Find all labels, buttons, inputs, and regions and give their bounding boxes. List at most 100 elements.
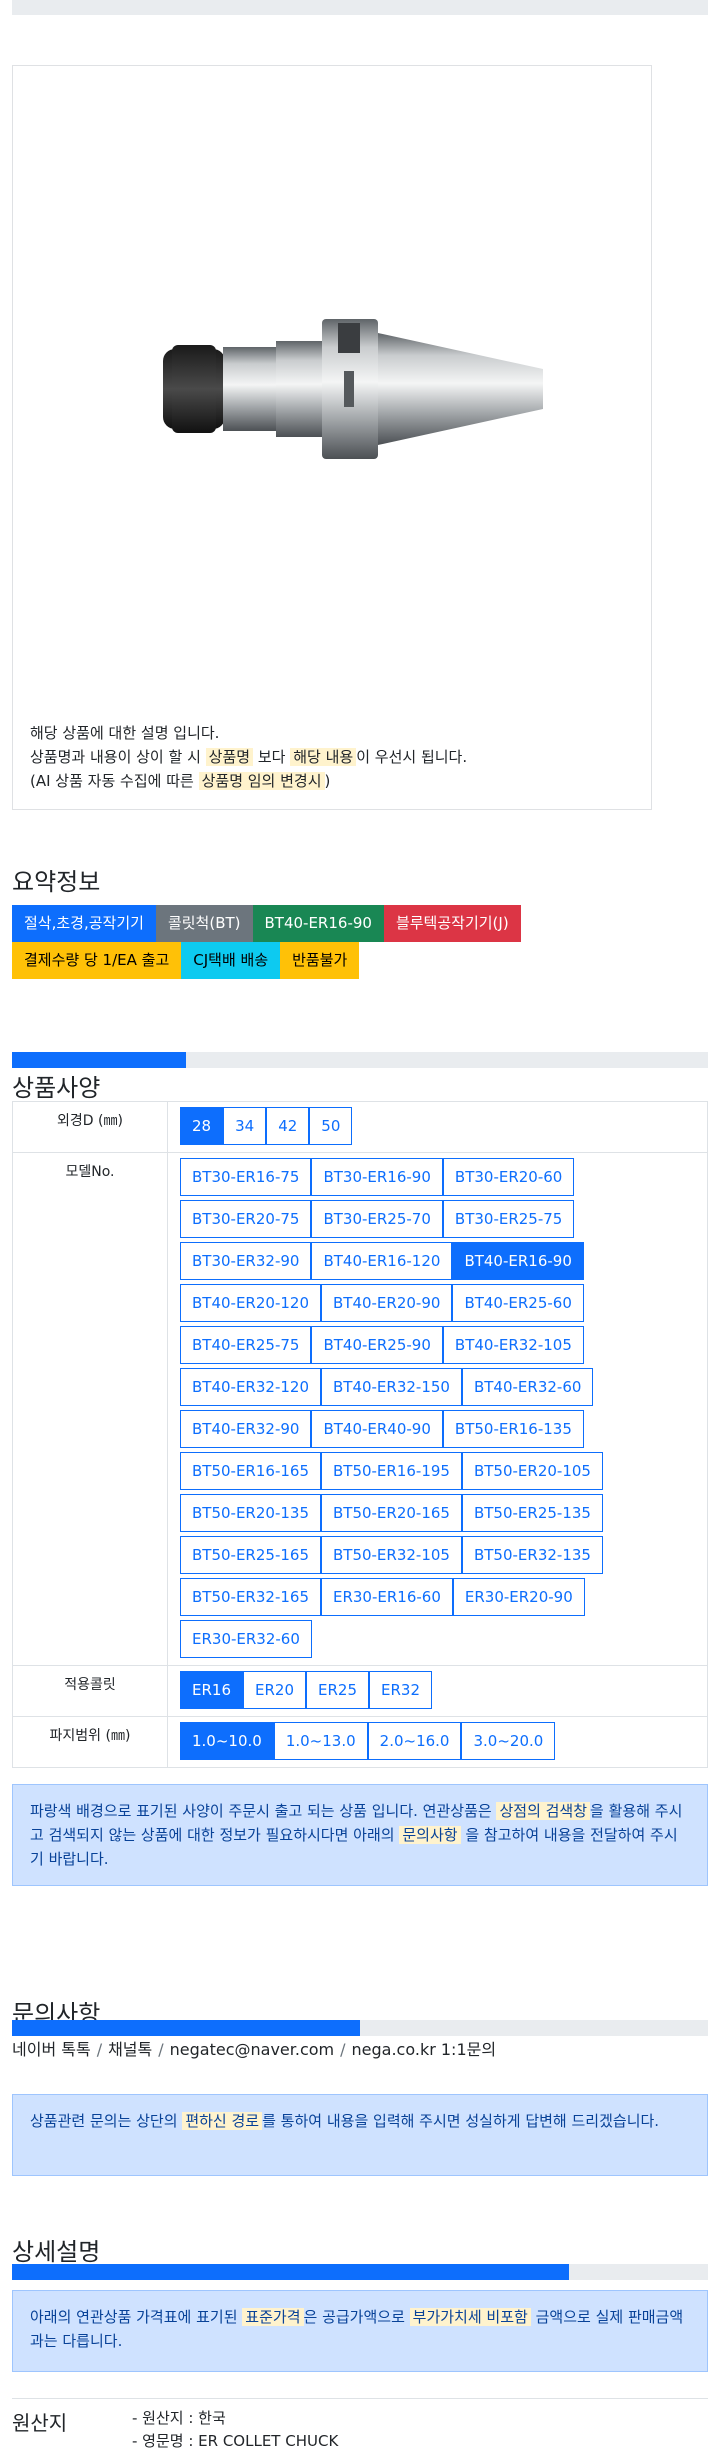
desc-line-2: 상품명과 내용이 상이 할 시 상품명 보다 해당 내용 이 우선시 됩니다.: [30, 748, 468, 766]
spec-title: 상품사양: [12, 1074, 101, 1102]
spec-option-button[interactable]: BT50-ER20-135: [180, 1494, 321, 1532]
spec-label: 파지범위 (㎜): [12, 1716, 168, 1768]
spec-option-button[interactable]: BT40-ER32-105: [442, 1326, 584, 1364]
spec-option-button[interactable]: BT40-ER20-120: [180, 1284, 321, 1322]
spec-option-button[interactable]: BT50-ER32-135: [461, 1536, 603, 1574]
summary-badge: 결제수량 당 1/EA 출고: [12, 942, 182, 979]
highlight-inquiry: 문의사항: [399, 1826, 461, 1844]
spec-option-button[interactable]: 42: [266, 1107, 310, 1145]
spec-label: 적용콜릿: [12, 1665, 168, 1717]
product-image: [163, 319, 543, 459]
inquiry-links: 네이버 톡톡 / 채널톡 / negatec@naver.com / nega.co.kr …: [12, 2036, 496, 2060]
spec-row: 외경D (㎜) 28 34 42 50: [12, 1101, 708, 1153]
summary-badge: 콜릿척(BT): [155, 905, 253, 942]
spec-option-button[interactable]: ER16: [180, 1671, 243, 1709]
inquiry-link[interactable]: 네이버 톡톡: [12, 2040, 91, 2059]
spec-row: 파지범위 (㎜) 1.0~10.0 1.0~13.0 2.0~16.0 3.0~20.0: [12, 1716, 708, 1768]
spec-option-button[interactable]: BT40-ER32-60: [461, 1368, 594, 1406]
summary-badge: 절삭,초경,공작기기: [12, 905, 156, 942]
spec-option-button[interactable]: ER30-ER32-60: [180, 1620, 312, 1658]
summary-badge: BT40-ER16-90: [252, 905, 384, 942]
spec-table: 외경D (㎜) 28 34 42 50 모델No. BT30-ER16-75 BT30-ER1…: [12, 1101, 708, 1768]
desc-line-3: (AI 상품 자동 수집에 따른 상품명 임의 변경시): [30, 772, 331, 790]
spec-options: BT30-ER16-75 BT30-ER16-90 BT30-ER20-60 BT30…: [167, 1152, 708, 1666]
spec-option-button[interactable]: BT30-ER20-75: [180, 1200, 312, 1238]
spec-option-button[interactable]: 34: [223, 1107, 267, 1145]
spec-option-button[interactable]: BT40-ER40-90: [311, 1410, 443, 1448]
spec-option-button[interactable]: 2.0~16.0: [367, 1722, 462, 1760]
highlight-vat: 부가가치세 비포함: [409, 2308, 531, 2326]
spec-option-button[interactable]: 28: [180, 1107, 224, 1145]
origin-list: - 원산지 : 한국 - 영문명 : ER COLLET CHUCK: [132, 2407, 338, 2448]
inquiry-link[interactable]: negatec@naver.com: [170, 2040, 334, 2059]
origin-item: - 원산지 : 한국: [132, 2409, 226, 2427]
summary-badges: 절삭,초경,공작기기 콜릿척(BT) BT40-ER16-90 블루텍공작기기(J) 결…: [12, 905, 712, 979]
summary-badge: 반품불가: [280, 942, 360, 979]
spec-option-button[interactable]: 50: [309, 1107, 353, 1145]
spec-options: ER16 ER20 ER25 ER32: [167, 1665, 708, 1717]
spec-option-button[interactable]: ER25: [306, 1671, 369, 1709]
spec-option-button[interactable]: BT40-ER32-120: [180, 1368, 321, 1406]
highlight-route: 편하신 경로: [182, 2112, 263, 2130]
spec-option-button[interactable]: BT40-ER25-60: [452, 1284, 584, 1322]
inquiry-link[interactable]: nega.co.kr 1:1문의: [352, 2040, 497, 2059]
spec-option-button[interactable]: BT50-ER16-165: [180, 1452, 321, 1490]
spec-row: 적용콜릿 ER16 ER20 ER25 ER32: [12, 1665, 708, 1717]
origin-section: 원산지 - 원산지 : 한국 - 영문명 : ER COLLET CHUCK: [12, 2398, 708, 2448]
inquiry-link[interactable]: 채널톡: [108, 2040, 152, 2059]
spec-option-button[interactable]: 1.0~13.0: [273, 1722, 368, 1760]
origin-item: - 영문명 : ER COLLET CHUCK: [132, 2432, 339, 2448]
spec-row: 모델No. BT30-ER16-75 BT30-ER16-90 BT30-ER20-6…: [12, 1152, 708, 1666]
summary-badge: 블루텍공작기기(J): [383, 905, 521, 942]
product-card: 해당 상품에 대한 설명 입니다. 상품명과 내용이 상이 할 시 상품명 보다…: [12, 65, 652, 810]
spec-option-button[interactable]: BT50-ER16-195: [320, 1452, 462, 1490]
product-description: 해당 상품에 대한 설명 입니다. 상품명과 내용이 상이 할 시 상품명 보다…: [30, 721, 467, 793]
inquiry-progress: [12, 2020, 708, 2036]
link-separator: /: [340, 2040, 346, 2059]
link-separator: /: [96, 2040, 103, 2059]
spec-label: 외경D (㎜): [12, 1101, 168, 1153]
detail-title: 상세설명: [12, 2238, 101, 2266]
spec-label: 모델No.: [12, 1152, 168, 1666]
spec-option-button[interactable]: BT50-ER16-135: [442, 1410, 584, 1448]
spec-option-button[interactable]: BT30-ER25-70: [311, 1200, 443, 1238]
spec-option-button[interactable]: BT40-ER25-90: [311, 1326, 443, 1364]
spec-option-button[interactable]: ER30-ER16-60: [320, 1578, 453, 1616]
highlight-standard-price: 표준가격: [242, 2308, 304, 2326]
link-separator: /: [158, 2040, 164, 2059]
spec-option-button[interactable]: BT50-ER25-165: [180, 1536, 321, 1574]
origin-title: 원산지: [12, 2411, 68, 2435]
highlight-product-name: 상품명: [205, 748, 254, 766]
spec-option-button[interactable]: BT30-ER16-90: [311, 1158, 443, 1196]
spec-option-button[interactable]: BT40-ER16-90: [452, 1242, 584, 1280]
spec-option-button[interactable]: BT40-ER20-90: [320, 1284, 453, 1322]
spec-option-button[interactable]: BT40-ER25-75: [180, 1326, 312, 1364]
spec-option-button[interactable]: BT40-ER32-150: [320, 1368, 462, 1406]
highlight-search: 상점의 검색창: [496, 1802, 591, 1820]
spec-option-button[interactable]: BT50-ER25-135: [461, 1494, 603, 1532]
spec-option-button[interactable]: BT30-ER20-60: [442, 1158, 575, 1196]
spec-option-button[interactable]: BT50-ER20-105: [461, 1452, 603, 1490]
inquiry-notice: 상품관련 문의는 상단의 편하신 경로 를 통하여 내용을 입력해 주시면 성실하…: [12, 2094, 708, 2176]
spec-option-button[interactable]: BT30-ER16-75: [180, 1158, 312, 1196]
top-divider: [12, 0, 708, 15]
spec-option-button[interactable]: ER20: [243, 1671, 306, 1709]
detail-notice: 아래의 연관상품 가격표에 표기된 표준가격 은 공급가액으로 부가가치세 비포함…: [12, 2290, 708, 2372]
spec-option-button[interactable]: BT40-ER32-90: [180, 1410, 312, 1448]
summary-title: 요약정보: [12, 868, 101, 896]
spec-option-button[interactable]: BT50-ER20-165: [320, 1494, 462, 1532]
spec-options: 1.0~10.0 1.0~13.0 2.0~16.0 3.0~20.0: [167, 1716, 708, 1768]
summary-badge: CJ택배 배송: [181, 942, 281, 979]
spec-option-button[interactable]: 3.0~20.0: [461, 1722, 556, 1760]
highlight-rename: 상품명 임의 변경시: [198, 772, 325, 790]
spec-option-button[interactable]: ER32: [369, 1671, 432, 1709]
spec-progress: [12, 1052, 708, 1068]
spec-option-button[interactable]: ER30-ER20-90: [452, 1578, 585, 1616]
spec-option-button[interactable]: BT50-ER32-165: [180, 1578, 321, 1616]
spec-option-button[interactable]: BT50-ER32-105: [320, 1536, 462, 1574]
spec-option-button[interactable]: BT30-ER32-90: [180, 1242, 312, 1280]
spec-option-button[interactable]: 1.0~10.0: [180, 1722, 274, 1760]
spec-option-button[interactable]: BT40-ER16-120: [311, 1242, 453, 1280]
desc-line-1: 해당 상품에 대한 설명 입니다.: [30, 724, 220, 742]
spec-option-button[interactable]: BT30-ER25-75: [442, 1200, 575, 1238]
